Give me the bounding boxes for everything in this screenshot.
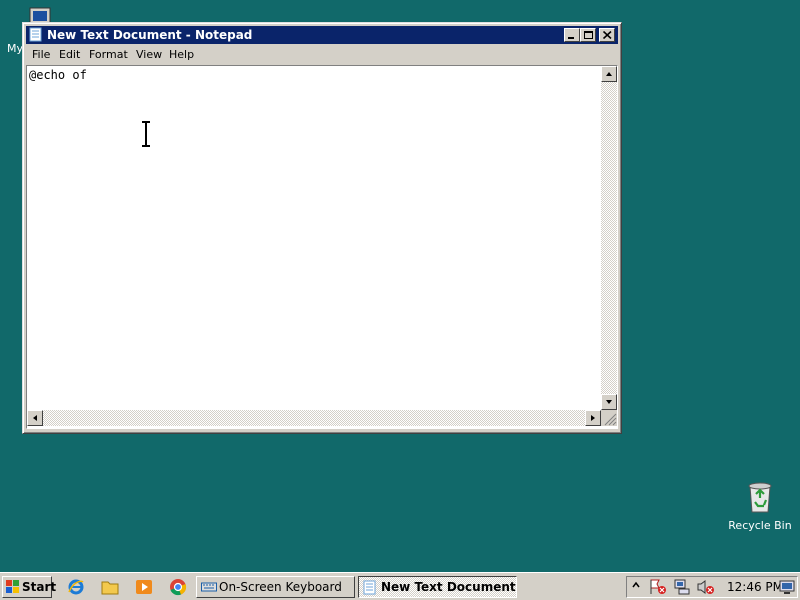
taskbar-item-notepad[interactable]: New Text Document ...	[358, 576, 517, 598]
maximize-button[interactable]	[580, 28, 596, 42]
scroll-left-button[interactable]	[27, 410, 43, 426]
recycle-bin-label: Recycle Bin	[728, 519, 792, 532]
horizontal-scrollbar[interactable]	[27, 410, 601, 426]
chrome-icon[interactable]	[169, 578, 187, 596]
menu-file[interactable]: File	[32, 48, 50, 61]
taskbar-item-on-screen-keyboard[interactable]: On-Screen Keyboard	[196, 576, 355, 598]
recycle-bin-shortcut[interactable]: Recycle Bin	[728, 480, 792, 532]
scroll-right-button[interactable]	[585, 410, 601, 426]
arrow-right-icon	[591, 415, 595, 421]
menu-edit[interactable]: Edit	[59, 48, 80, 61]
scroll-up-button[interactable]	[601, 66, 617, 82]
window-title: New Text Document - Notepad	[47, 28, 253, 42]
notepad-icon	[29, 27, 42, 42]
menu-view[interactable]: View	[136, 48, 162, 61]
internet-explorer-icon[interactable]	[67, 578, 85, 596]
resize-grip-icon	[604, 413, 617, 426]
document-text[interactable]: @echo of	[29, 68, 599, 410]
start-label: Start	[22, 580, 57, 594]
notepad-window[interactable]: New Text Document - Notepad File Edit Fo…	[22, 22, 622, 434]
keyboard-icon	[201, 582, 217, 592]
system-tray: 12:46 PM	[626, 576, 798, 598]
my-computer-label: My	[7, 42, 24, 55]
task-label: On-Screen Keyboard	[219, 580, 342, 594]
arrow-down-icon	[606, 400, 612, 404]
explorer-folder-icon[interactable]	[101, 578, 119, 596]
recycle-bin-icon	[748, 482, 772, 513]
vertical-scrollbar[interactable]	[601, 66, 617, 410]
start-button[interactable]: Start	[2, 576, 56, 598]
minimize-button[interactable]	[564, 28, 580, 42]
notepad-icon	[363, 580, 376, 595]
title-bar[interactable]: New Text Document - Notepad	[26, 26, 618, 44]
text-editor[interactable]: @echo of	[26, 65, 618, 429]
expand-arrow-icon[interactable]	[631, 579, 641, 595]
maximize-icon	[584, 31, 593, 39]
arrow-up-icon	[606, 72, 612, 76]
task-label: New Text Document ...	[381, 580, 516, 594]
resize-grip[interactable]	[601, 410, 617, 426]
windows-logo-icon	[6, 580, 19, 593]
volume-muted-icon[interactable]	[697, 579, 715, 595]
security-alert-icon[interactable]	[649, 579, 667, 595]
close-button[interactable]	[599, 28, 615, 42]
menu-bar: File Edit Format View Help	[26, 45, 618, 64]
menu-help[interactable]: Help	[169, 48, 194, 61]
network-icon[interactable]	[673, 579, 691, 595]
display-icon[interactable]	[779, 579, 795, 595]
media-player-icon[interactable]	[135, 578, 153, 596]
arrow-left-icon	[33, 415, 37, 421]
text-cursor-icon	[142, 121, 150, 147]
clock[interactable]: 12:46 PM	[727, 580, 783, 594]
minimize-icon	[568, 37, 574, 39]
taskbar: Start On-Screen Keyboard New Text Docume…	[0, 572, 800, 600]
menu-format[interactable]: Format	[89, 48, 128, 61]
close-icon	[603, 31, 612, 39]
scroll-down-button[interactable]	[601, 394, 617, 410]
